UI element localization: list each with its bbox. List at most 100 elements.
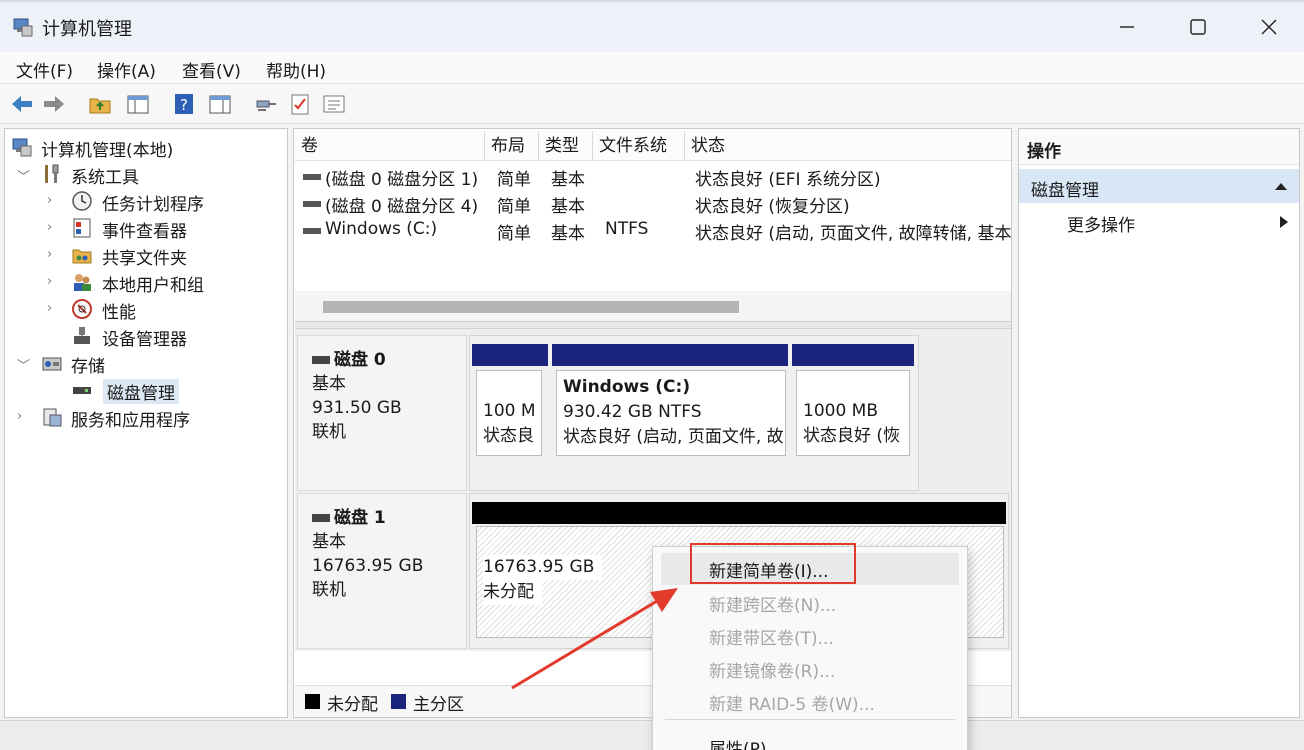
column-header-status[interactable]: 状态 xyxy=(685,131,1011,161)
menu-item-new-mirrored-volume[interactable]: 新建镜像卷(R)... xyxy=(709,657,835,682)
chevron-right-icon[interactable]: › xyxy=(47,247,59,262)
tree-item-root[interactable]: 计算机管理(本地) xyxy=(9,135,279,161)
disk-0-partitions: 100 M 状态良 Windows (C:) 930.42 GB NTFS 状态… xyxy=(469,335,919,491)
disk-1-label[interactable]: 磁盘 1 基本 16763.95 GB 联机 xyxy=(297,493,467,649)
menu-item-new-striped-volume[interactable]: 新建带区卷(T)... xyxy=(709,624,834,649)
tree-item-shared-folders[interactable]: › 共享文件夹 xyxy=(9,243,279,269)
legend-unallocated: 未分配 xyxy=(327,695,378,715)
tree-label: 服务和应用程序 xyxy=(71,411,190,431)
volume-status: 状态良好 (恢复分区) xyxy=(695,197,850,217)
title-bar[interactable]: 计算机管理 xyxy=(0,0,1304,52)
tree-item-services-apps[interactable]: › 服务和应用程序 xyxy=(9,405,279,431)
disk-type: 基本 xyxy=(312,532,346,552)
column-header-layout[interactable]: 布局 xyxy=(485,131,539,161)
tree-item-task-scheduler[interactable]: › 任务计划程序 xyxy=(9,189,279,215)
partition-recovery[interactable]: 1000 MB 状态良好 (恢 xyxy=(796,370,910,456)
primary-partition-bar xyxy=(472,344,548,366)
disk-size: 16763.95 GB xyxy=(312,556,424,576)
tree-item-local-users[interactable]: › 本地用户和组 xyxy=(9,270,279,296)
close-icon[interactable] xyxy=(1254,12,1284,42)
chevron-down-icon[interactable]: ﹀ xyxy=(17,355,30,374)
disk-icon xyxy=(312,356,330,364)
chevron-right-icon[interactable]: › xyxy=(47,193,59,208)
menu-action[interactable]: 操作(A) xyxy=(97,57,156,82)
svg-text:?: ? xyxy=(180,96,188,114)
more-actions-label: 更多操作 xyxy=(1067,216,1135,236)
partition-size: 930.42 GB NTFS xyxy=(563,402,702,422)
partition-status: 状态良好 (启动, 页面文件, 故 xyxy=(563,427,784,447)
checklist-icon[interactable] xyxy=(288,92,312,116)
collapse-up-icon[interactable] xyxy=(1275,181,1287,191)
properties-icon[interactable] xyxy=(322,92,346,116)
section-label: 磁盘管理 xyxy=(1031,181,1099,201)
partition-size: 100 M xyxy=(483,401,536,421)
partition-efi[interactable]: 100 M 状态良 xyxy=(476,370,542,456)
submenu-arrow-icon[interactable] xyxy=(1279,215,1289,229)
partition-status: 未分配 xyxy=(483,580,542,605)
volume-layout: 简单 xyxy=(497,170,531,190)
pane-splitter[interactable] xyxy=(295,321,1011,329)
tree-label: 任务计划程序 xyxy=(102,195,204,215)
chevron-right-icon[interactable]: › xyxy=(47,220,59,235)
menu-separator xyxy=(665,719,955,720)
tree-item-event-viewer[interactable]: › 事件查看器 xyxy=(9,216,279,242)
chevron-right-icon[interactable]: › xyxy=(47,301,59,316)
forward-arrow-icon[interactable] xyxy=(42,92,66,116)
menu-item-new-spanned-volume[interactable]: 新建跨区卷(N)... xyxy=(709,591,836,616)
disk-size: 931.50 GB xyxy=(312,398,402,418)
actions-section-disk-management[interactable]: 磁盘管理 xyxy=(1019,169,1299,203)
column-header-type[interactable]: 类型 xyxy=(539,131,593,161)
back-arrow-icon[interactable] xyxy=(10,92,34,116)
tree-item-storage[interactable]: ﹀ 存储 xyxy=(9,351,279,377)
tree-item-system-tools[interactable]: ﹀ 系统工具 xyxy=(9,162,279,188)
tree-item-disk-management[interactable]: 磁盘管理 xyxy=(9,378,279,404)
maximize-icon[interactable] xyxy=(1183,12,1213,42)
volume-row[interactable]: (磁盘 0 磁盘分区 1) 简单 基本 状态良好 (EFI 系统分区) xyxy=(295,163,1011,190)
menu-item-new-raid5-volume[interactable]: 新建 RAID-5 卷(W)... xyxy=(709,690,875,715)
shared-folder-icon xyxy=(72,249,92,264)
horizontal-scrollbar[interactable] xyxy=(295,291,1011,321)
disk-state: 联机 xyxy=(312,422,346,442)
highlight-box xyxy=(690,543,856,584)
volume-row[interactable]: (磁盘 0 磁盘分区 4) 简单 基本 状态良好 (恢复分区) xyxy=(295,190,1011,217)
volume-type: 基本 xyxy=(551,170,585,190)
console-tree-pane: 计算机管理(本地) ﹀ 系统工具 › 任务计划程序 › 事件查看器 › 共享文件… xyxy=(4,128,288,718)
minimize-icon[interactable] xyxy=(1112,12,1142,42)
menu-help[interactable]: 帮助(H) xyxy=(266,57,326,82)
actions-header: 操作 xyxy=(1019,129,1299,165)
column-header-volume[interactable]: 卷 xyxy=(295,131,485,161)
menu-item-properties[interactable]: 属性(P) xyxy=(709,735,767,750)
tree-label: 本地用户和组 xyxy=(102,276,204,296)
column-header-filesystem[interactable]: 文件系统 xyxy=(593,131,685,161)
show-hide-tree-icon[interactable] xyxy=(126,92,150,116)
connect-icon[interactable] xyxy=(254,92,278,116)
console-tree-icon[interactable] xyxy=(208,92,232,116)
scrollbar-thumb[interactable] xyxy=(323,301,739,313)
disk-0-label[interactable]: 磁盘 0 基本 931.50 GB 联机 xyxy=(297,335,467,491)
primary-swatch xyxy=(391,694,406,709)
computer-management-window: 计算机管理 文件(F) 操作(A) 查看(V) 帮助(H) ? 计算机管理(本地… xyxy=(0,0,1304,750)
disk-state: 联机 xyxy=(312,580,346,600)
partition-windows-c[interactable]: Windows (C:) 930.42 GB NTFS 状态良好 (启动, 页面… xyxy=(556,370,786,456)
menu-file[interactable]: 文件(F) xyxy=(16,57,73,82)
up-folder-icon[interactable] xyxy=(88,92,112,116)
volume-list-header: 卷 布局 类型 文件系统 状态 xyxy=(295,131,1011,161)
actions-pane: 操作 磁盘管理 更多操作 xyxy=(1018,128,1300,718)
volume-layout: 简单 xyxy=(497,224,531,244)
partition-status: 状态良好 (恢 xyxy=(803,426,901,446)
chevron-right-icon[interactable]: › xyxy=(47,274,59,289)
chevron-down-icon[interactable]: ﹀ xyxy=(17,166,30,185)
volume-type: 基本 xyxy=(551,197,585,217)
volume-status: 状态良好 (启动, 页面文件, 故障转储, 基本 xyxy=(695,224,1011,244)
volume-row[interactable]: Windows (C:) 简单 基本 NTFS 状态良好 (启动, 页面文件, … xyxy=(295,217,1011,244)
menu-bar: 文件(F) 操作(A) 查看(V) 帮助(H) xyxy=(0,52,1304,84)
tree-item-performance[interactable]: › 性能 xyxy=(9,297,279,323)
tree-item-device-manager[interactable]: 设备管理器 xyxy=(9,324,279,350)
help-icon[interactable]: ? xyxy=(172,92,196,116)
chevron-right-icon[interactable]: › xyxy=(17,409,29,424)
more-actions-item[interactable]: 更多操作 xyxy=(1067,211,1135,236)
partition-status: 状态良 xyxy=(483,426,534,446)
computer-management-icon xyxy=(13,18,33,37)
volume-type: 基本 xyxy=(551,224,585,244)
menu-view[interactable]: 查看(V) xyxy=(182,57,241,82)
